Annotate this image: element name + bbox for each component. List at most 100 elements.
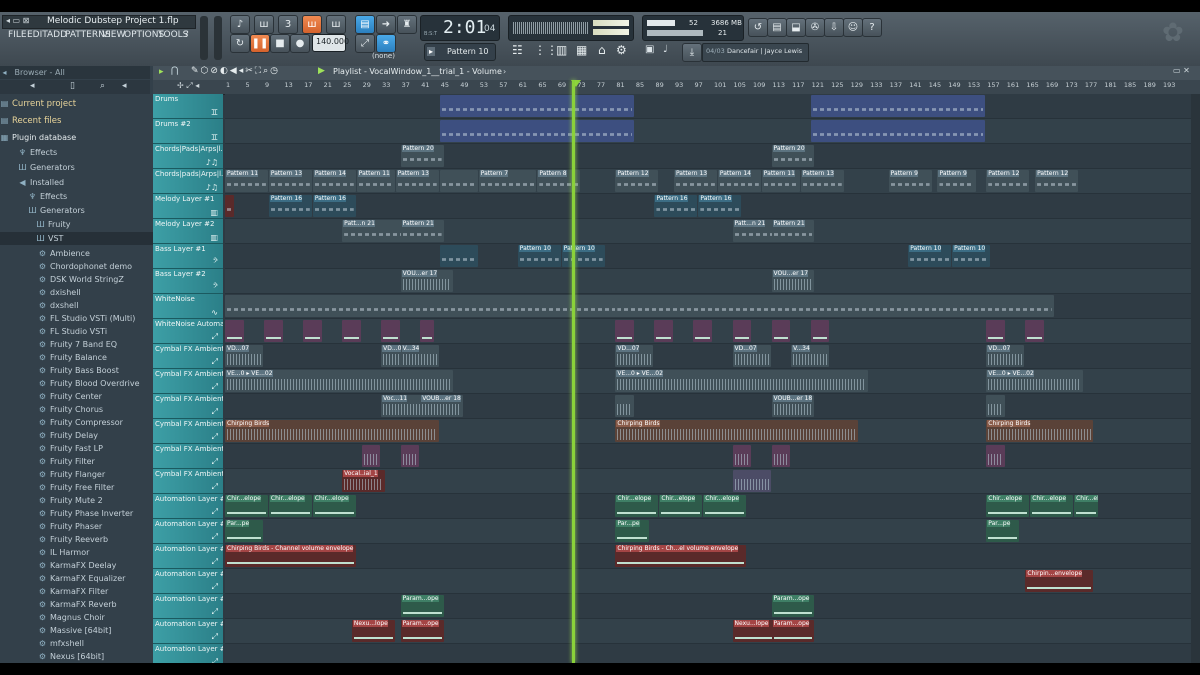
- playlist-clip[interactable]: Pattern 16: [268, 195, 312, 217]
- playlist-clip[interactable]: Chirping Birds - Channel volume envelope: [225, 545, 356, 567]
- track-lane[interactable]: [225, 94, 1200, 119]
- metronome-icon[interactable]: ш: [254, 15, 274, 34]
- playlist-clip[interactable]: [654, 320, 673, 342]
- track-header[interactable]: Chords|Pads|Arps|l.. ♪♫: [153, 144, 223, 169]
- audio-recording-icon[interactable]: ♜: [397, 15, 417, 34]
- track-header[interactable]: Cymbal FX Ambient ⤢: [153, 369, 223, 394]
- help-icon[interactable]: ?: [862, 18, 882, 37]
- browser-installed[interactable]: ◀ Installed: [0, 176, 168, 189]
- track-header[interactable]: Drums ♊: [153, 94, 223, 119]
- playlist-tools-icon[interactable]: ✎⬡⊘◐◀◂✂⛶⌕◷: [191, 66, 280, 76]
- playlist-clip[interactable]: Pattern 10: [517, 245, 561, 267]
- playlist-clip[interactable]: Pattern 12: [1035, 170, 1078, 192]
- playlist-clip[interactable]: Chir...elope: [986, 495, 1030, 517]
- playlist-clip[interactable]: [1025, 320, 1044, 342]
- playlist-clip[interactable]: VD...07: [225, 345, 264, 367]
- playlist-clip[interactable]: Nexu...lope: [351, 620, 395, 642]
- playlist-clip[interactable]: Par...pe: [225, 520, 264, 542]
- playlist-clip[interactable]: [615, 320, 634, 342]
- export-icon[interactable]: ⬓: [786, 18, 806, 37]
- playlist-clip[interactable]: Pattern 16: [698, 195, 742, 217]
- playlist-clip[interactable]: VD...07: [986, 345, 1025, 367]
- save-icon[interactable]: ▤: [767, 18, 787, 37]
- timeline-ruler[interactable]: 1 5 9 13 17 21 25 29 33 37 41 45 49 53 57 61 65 69 73 77 81 8…: [225, 80, 1200, 95]
- countdown-icon[interactable]: 3: [278, 15, 298, 34]
- track-lane[interactable]: [225, 319, 1200, 344]
- track-lane[interactable]: VOU...er 17 VOU...er 17: [225, 269, 1200, 294]
- mixer-icon[interactable]: ☷: [512, 43, 523, 57]
- playhead[interactable]: [572, 80, 575, 663]
- playlist-clip[interactable]: Pattern 16: [312, 195, 356, 217]
- playlist-clip[interactable]: [225, 295, 644, 317]
- pattern-selector[interactable]: ▸ Pattern 10: [424, 43, 496, 61]
- track-lane[interactable]: Chirping Birds - Channel volume envelope…: [225, 544, 1200, 569]
- record-audio-icon[interactable]: ✇: [805, 18, 825, 37]
- browser-back-icon[interactable]: ◂: [30, 80, 35, 93]
- playlist-clip[interactable]: Chirping Birds: [986, 420, 1093, 442]
- master-volume-slider[interactable]: [200, 16, 208, 60]
- playlist-clip[interactable]: Chirping Birds - Ch...el volume envelope: [615, 545, 747, 567]
- track-lane[interactable]: VD...07 VD...07 V...34 VD...07 VD...07 V...34…: [225, 344, 1200, 369]
- track-header[interactable]: Automation Layer #3 ⤢: [153, 544, 223, 569]
- playlist-clip[interactable]: Param...ope: [400, 620, 444, 642]
- playlist-clip[interactable]: VE...0 ▸ VE...02: [986, 370, 1083, 392]
- playlist-clip[interactable]: [420, 320, 434, 342]
- playlist-clip[interactable]: Pattern 11: [356, 170, 395, 192]
- track-header[interactable]: Automation Layer #7 ⤢: [153, 644, 223, 663]
- track-lane[interactable]: [225, 119, 1200, 144]
- track-header[interactable]: Cymbal FX Ambient ⤢: [153, 344, 223, 369]
- playlist-clip[interactable]: [615, 395, 634, 417]
- snap-icon[interactable]: ⤢: [355, 34, 375, 53]
- browser-search-icon[interactable]: ⌕: [100, 80, 105, 93]
- playlist-clip[interactable]: [303, 320, 322, 342]
- track-lane[interactable]: Chirpin...envelope: [225, 569, 1200, 594]
- track-header[interactable]: Bass Layer #2 𝄢: [153, 269, 223, 294]
- typing-keyboard-icon[interactable]: ▤: [355, 15, 375, 34]
- tempo-display[interactable]: 140.000: [312, 34, 349, 52]
- playlist-clip[interactable]: V...34: [791, 345, 830, 367]
- playlist-clip[interactable]: [771, 320, 791, 342]
- playlist-clip[interactable]: [439, 120, 634, 142]
- menu-view[interactable]: VIEW: [102, 30, 125, 40]
- master-pitch-slider[interactable]: [214, 16, 222, 60]
- playlist-clip[interactable]: Pattern 13: [800, 170, 844, 192]
- playlist-clip[interactable]: [693, 320, 712, 342]
- playlist-menu-icon[interactable]: ▸: [159, 67, 164, 77]
- menu-file[interactable]: FILE: [8, 30, 27, 40]
- tempo-tapper-icon[interactable]: ⚙: [616, 43, 627, 57]
- browser-menu-icon[interactable]: ◂: [0, 66, 9, 79]
- mic-icon[interactable]: ♩: [663, 44, 668, 55]
- playlist-clip[interactable]: Chirping Birds: [225, 420, 439, 442]
- track-header[interactable]: Automation Layer #4 ⤢: [153, 569, 223, 594]
- playlist-clip[interactable]: [986, 395, 1005, 417]
- playlist-play-icon[interactable]: ▶: [318, 66, 325, 76]
- playlist-clip[interactable]: VOU...er 17: [400, 270, 454, 292]
- playlist-clip[interactable]: Chir...elope: [312, 495, 356, 517]
- track-lane[interactable]: [225, 444, 1200, 469]
- track-header[interactable]: Cymbal FX Ambient ⤢: [153, 444, 223, 469]
- magnet-icon[interactable]: ⋂: [171, 66, 178, 76]
- playlist-clip[interactable]: [986, 320, 1005, 342]
- track-header[interactable]: Melody Layer #2 ▥: [153, 219, 223, 244]
- browser-star-icon[interactable]: ◂: [122, 80, 127, 93]
- playlist-clip[interactable]: V...34: [400, 345, 439, 367]
- render-icon[interactable]: ⇩: [824, 18, 844, 37]
- track-header[interactable]: Bass Layer #1 𝄢: [153, 244, 223, 269]
- playlist-clip[interactable]: Chir...elope: [268, 495, 312, 517]
- playlist-clip[interactable]: [732, 445, 752, 467]
- piano-roll-icon[interactable]: ▥: [556, 43, 567, 57]
- playlist-clip[interactable]: [810, 95, 986, 117]
- download-icon[interactable]: ⤓: [682, 43, 702, 62]
- track-lane[interactable]: Chirping Birds Chirping Birds Chirping Bir…: [225, 419, 1200, 444]
- time-display[interactable]: 2:01 04 B:S:T: [420, 15, 500, 41]
- playlist-clip[interactable]: Pattern 20: [771, 145, 815, 167]
- playlist-clip[interactable]: Par...pe: [615, 520, 649, 542]
- track-lane[interactable]: Pattern 11 Pattern 13 Pattern 14 Pattern 11…: [225, 169, 1200, 194]
- playlist-clip[interactable]: Pattern 9: [888, 170, 932, 192]
- link-icon[interactable]: ⚭: [376, 34, 396, 53]
- browser-installed-generators[interactable]: Ш Generators: [0, 204, 178, 217]
- window-controls-icon[interactable]: ◂ ▭ ⊠: [6, 16, 29, 25]
- track-lane[interactable]: Chir...elope Chir...elope Chir...elope Chir…: [225, 494, 1200, 519]
- playlist-clip[interactable]: Chirping Birds: [615, 420, 859, 442]
- playlist-clip[interactable]: Pattern 10: [952, 245, 991, 267]
